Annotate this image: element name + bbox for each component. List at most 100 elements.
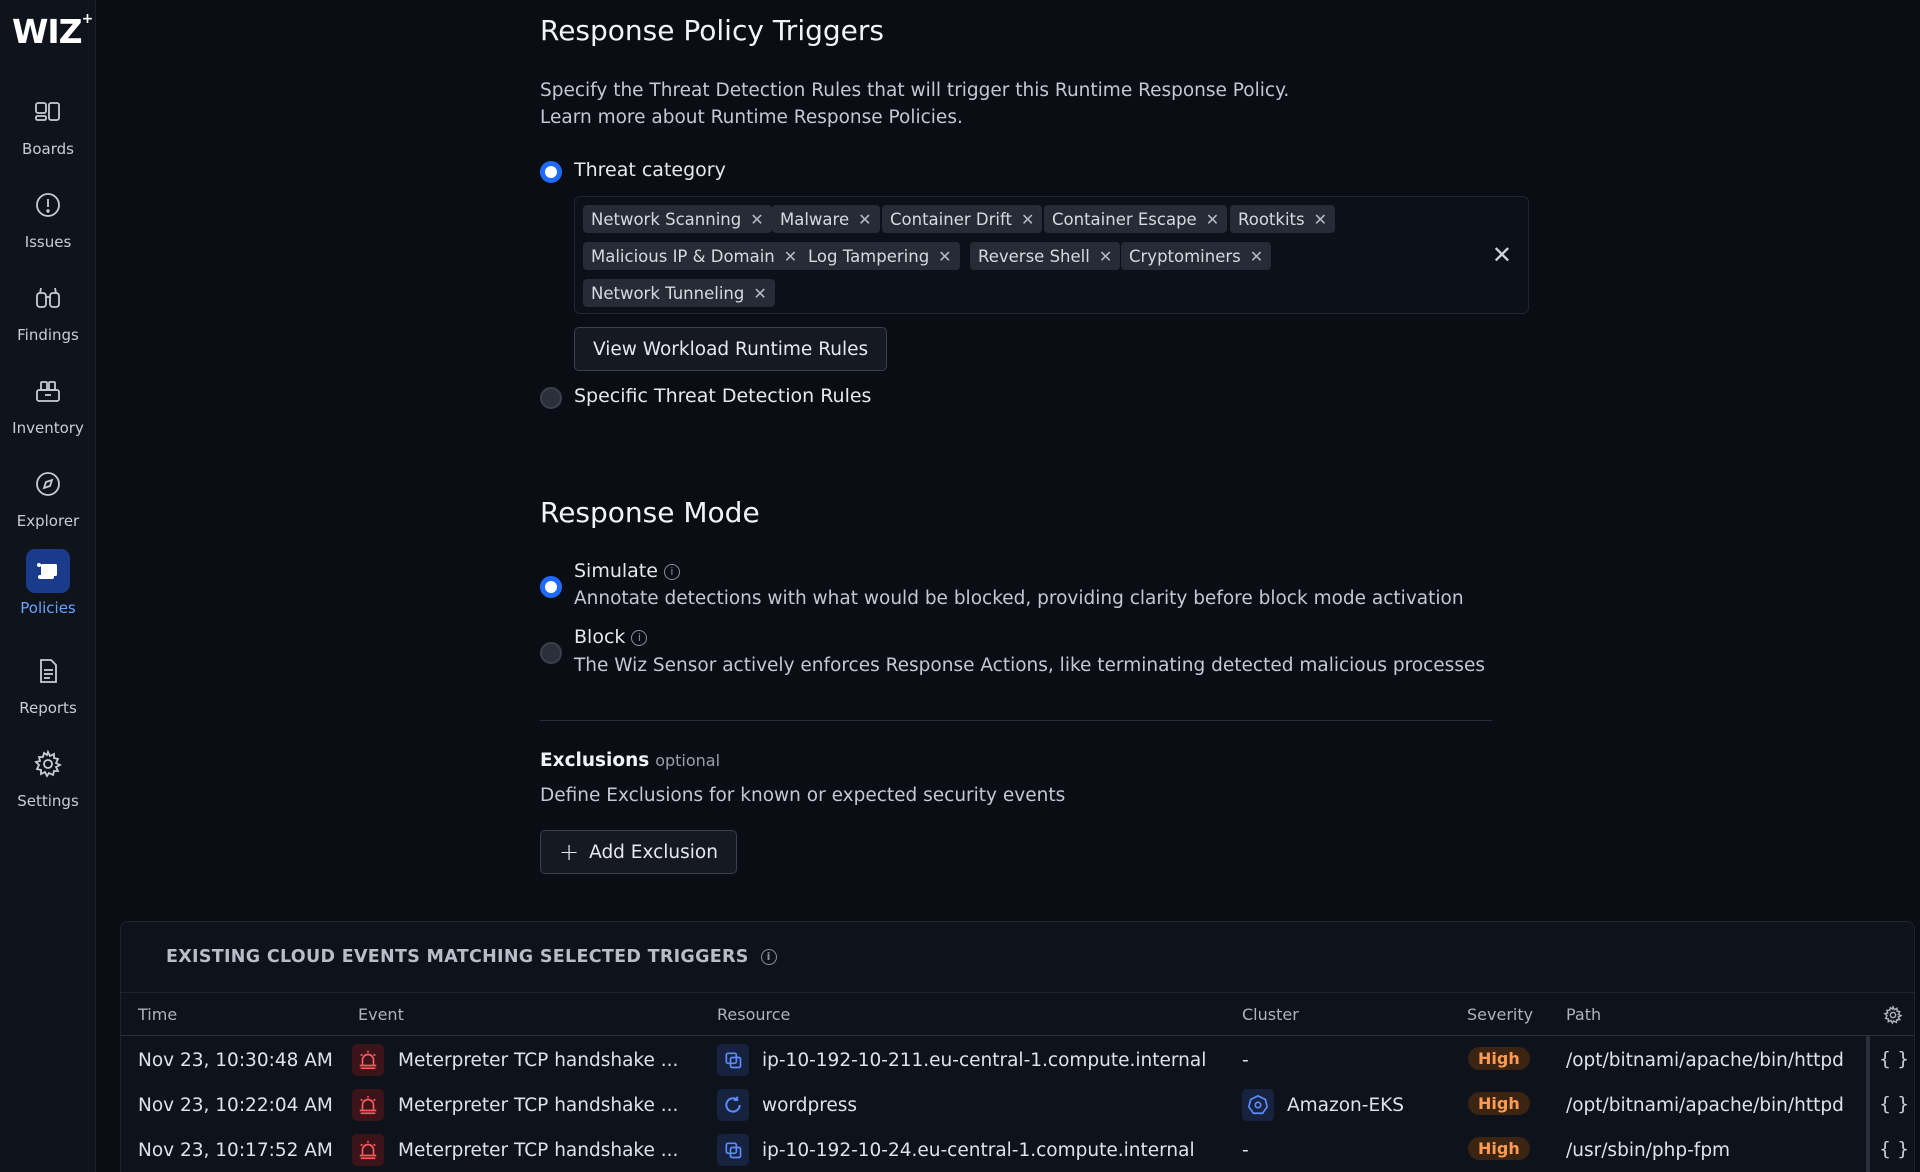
simulate-description: Annotate detections with what would be b… [574, 588, 1464, 609]
tag-container-escape: Container Escape ✕ [1044, 205, 1228, 233]
add-exclusion-button[interactable]: + Add Exclusion [540, 830, 737, 874]
sidebar-item-label: Settings [17, 792, 79, 810]
explorer-icon [26, 462, 70, 506]
tag-network-tunneling: Network Tunneling ✕ [583, 279, 775, 307]
tag-label: Container Escape [1052, 209, 1197, 229]
info-icon[interactable]: i [663, 563, 680, 580]
triggers-desc-line1: Specify the Threat Detection Rules that … [540, 80, 1290, 101]
table-row[interactable]: Nov 23, 10:22:04 AM Meterpreter TCP hand… [121, 1083, 1914, 1128]
triggers-title: Response Policy Triggers [540, 14, 884, 47]
view-workload-runtime-rules-button[interactable]: View Workload Runtime Rules [574, 327, 888, 371]
sidebar-item-explorer[interactable]: Explorer [0, 462, 96, 548]
table-row[interactable]: Nov 23, 10:30:48 AM Meterpreter TCP hand… [121, 1038, 1914, 1083]
tag-label: Rootkits [1238, 209, 1305, 229]
tag-label: Network Scanning [591, 209, 742, 229]
tag-rootkits: Rootkits ✕ [1230, 205, 1335, 233]
sidebar-item-label: Reports [19, 699, 77, 717]
cell-path: /opt/bitnami/apache/bin/httpd [1566, 1050, 1844, 1071]
findings-icon [26, 276, 70, 320]
tag-remove-icon[interactable]: ✕ [1206, 210, 1219, 229]
clear-all-icon[interactable]: ✕ [1492, 241, 1512, 269]
json-braces-icon[interactable]: { } [1879, 1093, 1909, 1115]
threat-category-multiselect[interactable]: Network Scanning ✕ Malware ✕ Container Dri… [574, 196, 1529, 314]
cell-path: /usr/sbin/php-fpm [1566, 1140, 1731, 1161]
json-braces-icon[interactable]: { } [1879, 1048, 1909, 1070]
json-braces-icon[interactable]: { } [1879, 1138, 1909, 1160]
sidebar-item-policies[interactable]: Policies [0, 549, 96, 635]
alarm-icon [352, 1089, 384, 1121]
exclusions-description: Define Exclusions for known or expected … [540, 785, 1066, 806]
cell-resource[interactable]: ip-10-192-10-24.eu-central-1.compute.int… [762, 1140, 1195, 1161]
cell-resource[interactable]: wordpress [762, 1095, 857, 1116]
tag-remove-icon[interactable]: ✕ [784, 247, 797, 266]
table-scrollbar[interactable] [1866, 1036, 1870, 1172]
triggers-description: Specify the Threat Detection Rules that … [540, 77, 1289, 131]
simulate-radio[interactable] [540, 576, 562, 598]
sidebar-item-inventory[interactable]: Inventory [0, 369, 96, 455]
threat-category-radio[interactable] [540, 161, 562, 183]
tag-remove-icon[interactable]: ✕ [753, 284, 766, 303]
col-path[interactable]: Path [1566, 1005, 1601, 1024]
col-resource[interactable]: Resource [717, 1005, 790, 1024]
learn-more-link[interactable]: Learn more about Runtime Response Polici… [540, 104, 1289, 131]
tag-cryptominers: Cryptominers ✕ [1121, 242, 1272, 270]
tag-remove-icon[interactable]: ✕ [1099, 247, 1112, 266]
tag-remove-icon[interactable]: ✕ [1250, 247, 1263, 266]
plus-icon: + [559, 838, 580, 866]
copy-resource-icon [717, 1134, 749, 1166]
cell-time: Nov 23, 10:17:52 AM [138, 1140, 333, 1161]
kubernetes-icon [1242, 1089, 1274, 1121]
tag-remove-icon[interactable]: ✕ [938, 247, 951, 266]
cell-cluster[interactable]: Amazon-EKS [1287, 1095, 1404, 1116]
gear-icon[interactable] [1883, 1005, 1903, 1029]
tag-remove-icon[interactable]: ✕ [750, 210, 763, 229]
tag-label: Container Drift [890, 209, 1012, 229]
response-mode-title: Response Mode [540, 496, 760, 529]
table-row[interactable]: Nov 23, 10:17:52 AM Meterpreter TCP hand… [121, 1128, 1914, 1172]
tag-malware: Malware ✕ [772, 205, 880, 233]
col-time[interactable]: Time [138, 1005, 177, 1024]
table-header: Time Event Resource Cluster Severity Pat… [121, 992, 1914, 1036]
info-icon[interactable]: i [760, 949, 777, 965]
optional-label: optional [655, 751, 721, 770]
tag-remove-icon[interactable]: ✕ [858, 210, 871, 229]
cell-time: Nov 23, 10:22:04 AM [138, 1095, 333, 1116]
cell-resource[interactable]: ip-10-192-10-211.eu-central-1.compute.in… [762, 1050, 1206, 1071]
tag-label: Cryptominers [1129, 246, 1241, 266]
tag-remove-icon[interactable]: ✕ [1021, 210, 1034, 229]
issues-icon [26, 183, 70, 227]
tag-network-scanning: Network Scanning ✕ [583, 205, 772, 233]
sidebar-item-label: Findings [17, 326, 79, 344]
cell-cluster: - [1242, 1050, 1249, 1071]
refresh-resource-icon [717, 1089, 749, 1121]
add-exclusion-label: Add Exclusion [589, 841, 718, 863]
specific-rules-radio[interactable] [540, 387, 562, 409]
sidebar-item-reports[interactable]: Reports [0, 649, 96, 735]
tag-label: Malware [780, 209, 850, 229]
specific-rules-label: Specific Threat Detection Rules [574, 385, 872, 407]
sidebar-item-issues[interactable]: Issues [0, 183, 96, 269]
tag-reverse-shell: Reverse Shell ✕ [970, 242, 1121, 270]
col-event[interactable]: Event [358, 1005, 404, 1024]
sidebar-item-label: Issues [24, 233, 72, 251]
sidebar-item-boards[interactable]: Boards [0, 90, 96, 176]
alarm-icon [352, 1134, 384, 1166]
settings-icon [26, 742, 70, 786]
tag-remove-icon[interactable]: ✕ [1314, 210, 1327, 229]
col-cluster[interactable]: Cluster [1242, 1005, 1299, 1024]
sidebar-item-settings[interactable]: Settings [0, 742, 96, 828]
info-icon[interactable]: i [631, 629, 648, 646]
tag-log-tampering: Log Tampering ✕ [800, 242, 960, 270]
logo-mark: + [81, 11, 94, 27]
simulate-label-text: Simulate [574, 560, 658, 582]
tag-label: Reverse Shell [978, 246, 1090, 266]
col-severity[interactable]: Severity [1467, 1005, 1533, 1024]
sidebar-item-findings[interactable]: Findings [0, 276, 96, 362]
section-divider [540, 720, 1492, 721]
tag-label: Malicious IP & Domain [591, 246, 775, 266]
block-radio[interactable] [540, 642, 562, 664]
severity-badge: High [1468, 1092, 1530, 1115]
severity-badge: High [1468, 1047, 1530, 1070]
policies-icon [26, 549, 70, 593]
wiz-logo[interactable]: WIZ+ [12, 11, 94, 51]
